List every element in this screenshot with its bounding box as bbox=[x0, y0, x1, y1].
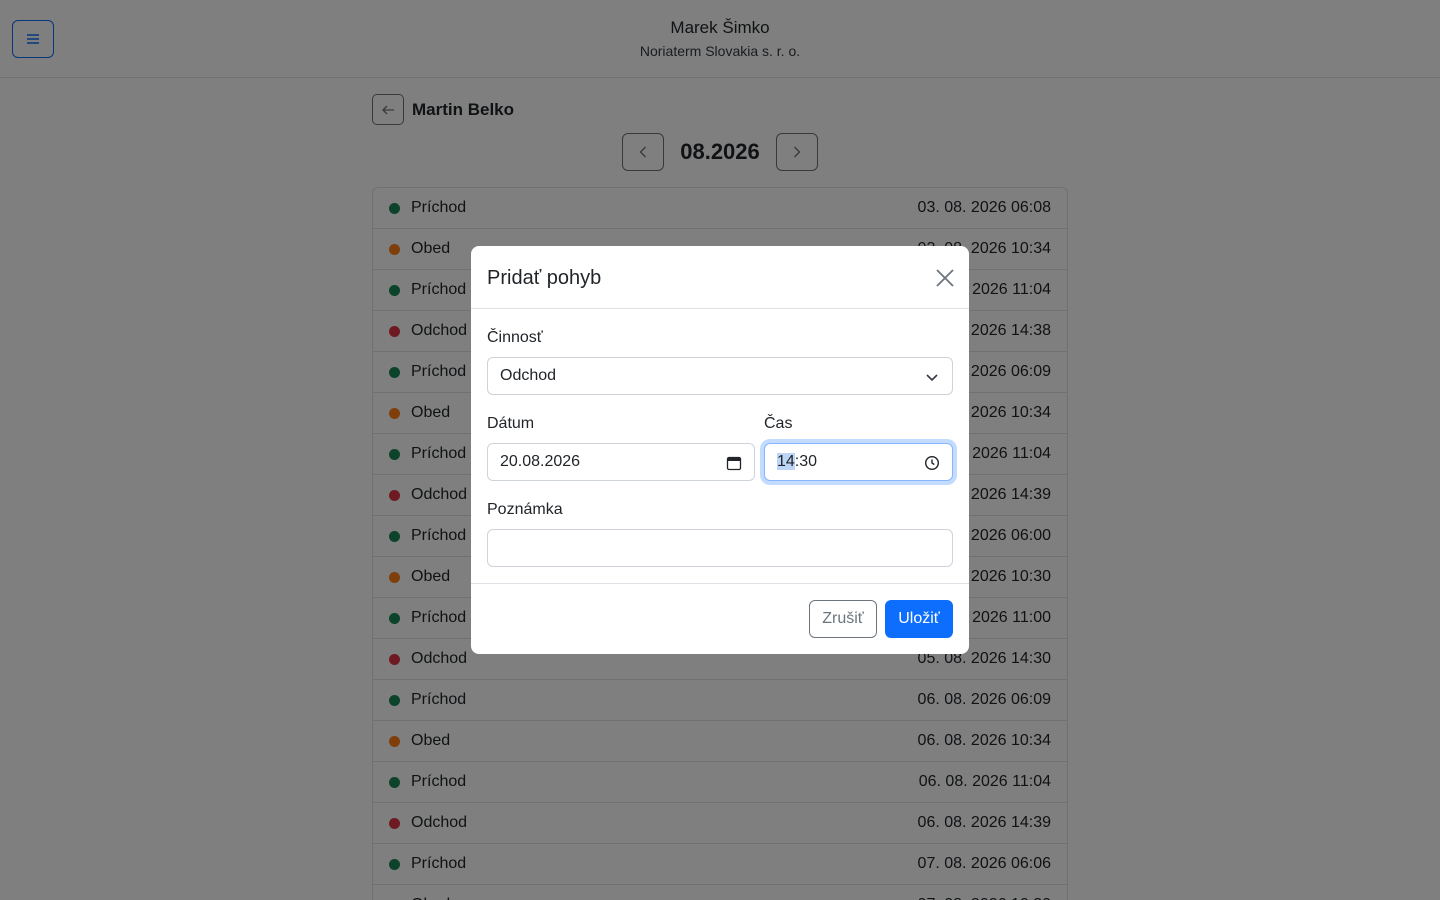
save-button[interactable]: Uložiť bbox=[885, 600, 953, 638]
time-label: Čas bbox=[764, 415, 793, 432]
date-input[interactable]: 20.08.2026 bbox=[487, 443, 755, 481]
note-input[interactable] bbox=[487, 529, 953, 567]
date-value: 20.08.2026 bbox=[500, 453, 581, 470]
dialog-title: Pridať pohyb bbox=[487, 267, 602, 289]
activity-select[interactable]: Odchod bbox=[487, 357, 953, 395]
close-icon bbox=[936, 269, 954, 287]
cancel-button[interactable]: Zrušiť bbox=[809, 600, 877, 638]
time-value: 14:30 bbox=[777, 453, 817, 471]
close-button[interactable] bbox=[933, 266, 957, 290]
time-hours-segment[interactable]: 14 bbox=[777, 453, 795, 470]
dialog-header: Pridať pohyb bbox=[471, 246, 969, 309]
activity-label: Činnosť bbox=[487, 329, 543, 346]
date-label: Dátum bbox=[487, 415, 535, 432]
clock-icon[interactable] bbox=[924, 455, 940, 471]
time-input[interactable]: 14:30 bbox=[764, 443, 953, 481]
dialog-footer: Zrušiť Uložiť bbox=[471, 583, 969, 654]
activity-value: Odchod bbox=[500, 367, 557, 384]
time-minutes-segment[interactable]: :30 bbox=[795, 453, 817, 470]
chevron-down-icon bbox=[926, 374, 938, 382]
add-movement-dialog: Pridať pohyb Činnosť Odchod Dátum 20.08.… bbox=[471, 246, 969, 654]
note-label: Poznámka bbox=[487, 501, 563, 518]
calendar-icon[interactable] bbox=[726, 455, 742, 471]
